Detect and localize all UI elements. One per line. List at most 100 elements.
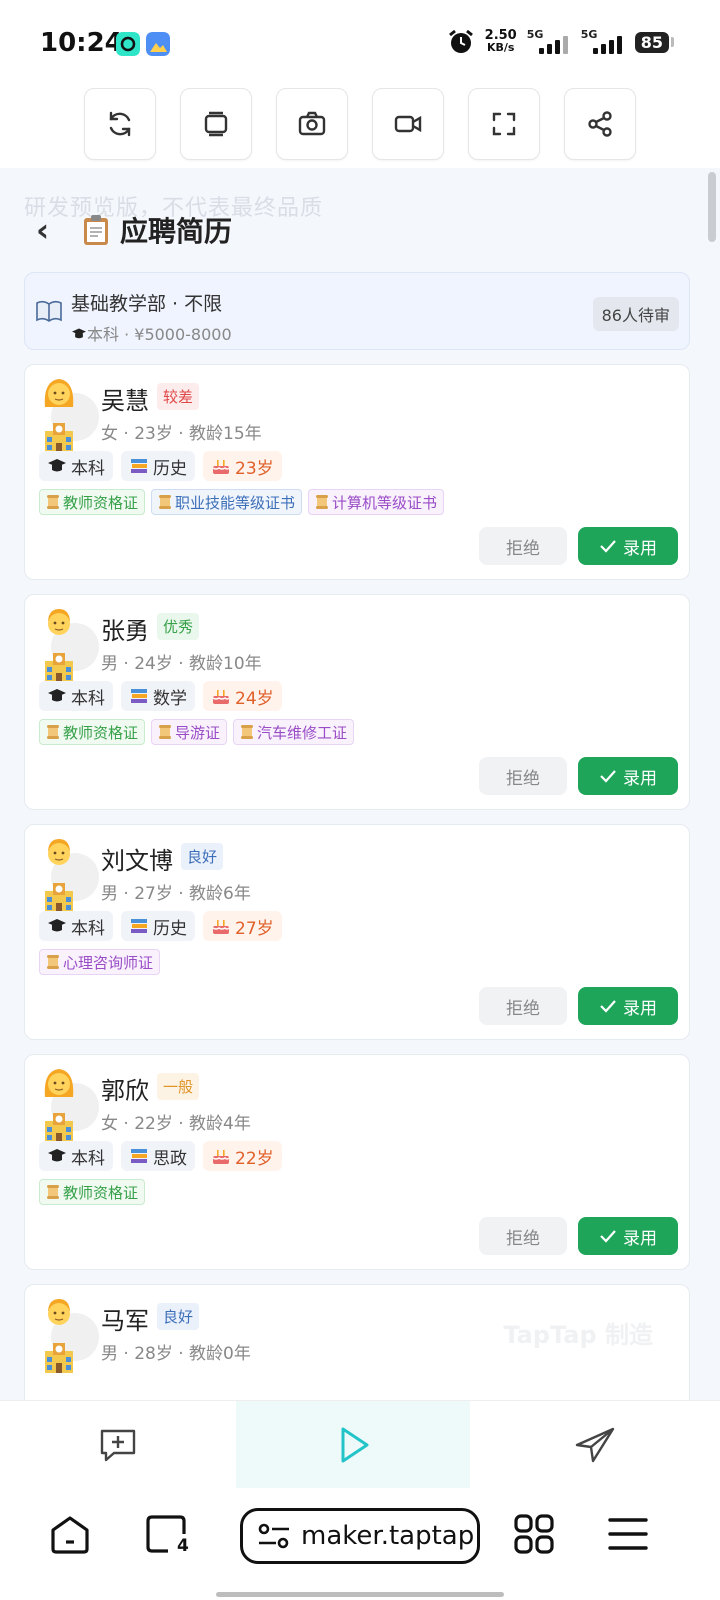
preview-bottom-bar <box>0 1400 720 1489</box>
taptap-watermark: TapTap 制造 <box>503 1321 653 1349</box>
tab-count: 4 <box>177 1536 189 1556</box>
candidate-tags: 本科 思政 22岁 <box>39 1141 282 1171</box>
status-bar: 10:24 2.50 KB/s 5G 5G 85 <box>0 0 720 88</box>
back-button[interactable]: ‹ <box>36 211 64 249</box>
scroll-icon <box>47 495 59 509</box>
camera-icon <box>298 111 326 136</box>
age-chip: 22岁 <box>203 1141 282 1171</box>
candidate-avatar <box>41 835 99 913</box>
hire-button[interactable]: 录用 <box>578 527 678 565</box>
age-chip: 27岁 <box>203 911 282 941</box>
scrollbar[interactable] <box>708 172 716 242</box>
hire-button[interactable]: 录用 <box>578 987 678 1025</box>
checkmark-icon <box>600 540 616 553</box>
hire-button[interactable]: 录用 <box>578 757 678 795</box>
candidate-name: 张勇 <box>101 617 149 645</box>
certificate-tag: 心理咨询师证 <box>39 949 161 975</box>
birthday-cake-icon <box>212 1150 230 1164</box>
candidate-card: 马军 良好 男 · 28岁 · 教龄0年 TapTap 制造 <box>24 1284 690 1400</box>
job-title: 基础教学部 · 不限 <box>71 293 223 315</box>
send-icon <box>575 1427 615 1463</box>
play-button[interactable] <box>236 1401 470 1489</box>
job-requirements: 本科 · ¥5000-8000 <box>71 321 232 345</box>
hire-button[interactable]: 录用 <box>578 1217 678 1255</box>
layers-button[interactable] <box>180 88 252 160</box>
rating-badge: 较差 <box>157 383 200 410</box>
scroll-icon <box>316 495 329 509</box>
checkmark-icon <box>600 1000 616 1013</box>
candidate-info: 男 · 24岁 · 教龄10年 <box>101 654 262 674</box>
books-icon <box>131 459 147 473</box>
certificate-tag: 教师资格证 <box>39 489 146 515</box>
candidate-name: 刘文博 <box>101 847 173 875</box>
browser-bottom-bar: 4 maker.taptap <box>0 1488 720 1600</box>
graduation-cap-icon <box>48 689 66 702</box>
candidate-name: 马军 <box>101 1307 149 1335</box>
site-settings-icon <box>258 1523 289 1549</box>
certificate-list: 教师资格证 导游证 汽车维修工证 <box>39 719 355 745</box>
woman-emoji-icon <box>44 1069 74 1097</box>
app-preview: 研发预览版，不代表最终品质 ‹ 应聘简历 基础教学部 · 不限 本科 · ¥50… <box>0 168 720 1400</box>
screenshot-button[interactable] <box>276 88 348 160</box>
fullscreen-icon <box>492 112 516 136</box>
sim2-signal-icon: 5G <box>581 28 625 56</box>
video-icon <box>394 115 422 133</box>
certificate-tag: 计算机等级证书 <box>308 489 445 515</box>
candidate-card: 郭欣 一般 女 · 22岁 · 教龄4年 本科 思政 22岁 教师资格证 拒绝 … <box>24 1054 690 1270</box>
candidate-tags: 本科 历史 23岁 <box>39 451 282 481</box>
scroll-icon <box>47 955 59 969</box>
pending-count-badge: 86人待审 <box>592 297 679 331</box>
apps-grid-icon[interactable] <box>512 1512 556 1556</box>
candidate-info: 女 · 22岁 · 教龄4年 <box>101 1114 251 1134</box>
scroll-icon <box>47 725 59 739</box>
record-button[interactable] <box>372 88 444 160</box>
certificate-tag: 导游证 <box>151 719 228 745</box>
education-chip: 本科 <box>39 681 113 711</box>
refresh-button[interactable] <box>84 88 156 160</box>
fullscreen-button[interactable] <box>468 88 540 160</box>
alarm-icon <box>448 29 473 53</box>
reject-button[interactable]: 拒绝 <box>479 757 567 795</box>
education-chip: 本科 <box>39 451 113 481</box>
page-header: ‹ 应聘简历 <box>36 210 232 250</box>
play-icon <box>341 1427 369 1463</box>
man-emoji-icon <box>48 1299 70 1325</box>
rating-badge: 一般 <box>157 1073 200 1100</box>
subject-chip: 历史 <box>121 911 195 941</box>
subject-chip: 历史 <box>121 451 195 481</box>
checkmark-icon <box>600 1230 616 1243</box>
birthday-cake-icon <box>212 920 230 934</box>
candidate-avatar <box>41 605 99 683</box>
address-bar[interactable]: maker.taptap <box>240 1508 480 1564</box>
books-icon <box>131 1149 147 1163</box>
certificate-tag: 汽车维修工证 <box>233 719 355 745</box>
reject-button[interactable]: 拒绝 <box>479 527 567 565</box>
home-icon[interactable] <box>48 1512 92 1556</box>
tabs-button[interactable]: 4 <box>144 1512 190 1562</box>
job-summary-card: 基础教学部 · 不限 本科 · ¥5000-8000 86人待审 <box>24 272 690 350</box>
candidate-info: 女 · 23岁 · 教龄15年 <box>101 424 262 444</box>
graduation-cap-icon <box>72 328 86 339</box>
feedback-button[interactable] <box>0 1401 236 1489</box>
graduation-cap-icon <box>48 459 66 472</box>
candidate-name: 吴慧 <box>101 387 149 415</box>
home-indicator[interactable] <box>216 1592 504 1597</box>
scroll-icon <box>159 725 172 739</box>
book-icon <box>36 300 62 322</box>
reject-button[interactable]: 拒绝 <box>479 1217 567 1255</box>
reject-button[interactable]: 拒绝 <box>479 987 567 1025</box>
share-button[interactable] <box>564 88 636 160</box>
school-building-icon <box>45 653 73 683</box>
battery-icon: 85 <box>634 31 674 53</box>
books-icon <box>131 919 147 933</box>
certificate-tag: 职业技能等级证书 <box>151 489 303 515</box>
app-notification-icon <box>116 32 140 56</box>
send-button[interactable] <box>470 1401 720 1489</box>
rating-badge: 优秀 <box>157 613 200 640</box>
network-speed: 2.50 KB/s <box>484 28 517 54</box>
candidate-avatar <box>41 1295 99 1373</box>
gallery-notification-icon <box>146 32 170 56</box>
candidate-info: 男 · 28岁 · 教龄0年 <box>101 1344 251 1364</box>
scroll-icon <box>159 495 172 509</box>
menu-icon[interactable] <box>606 1512 650 1556</box>
